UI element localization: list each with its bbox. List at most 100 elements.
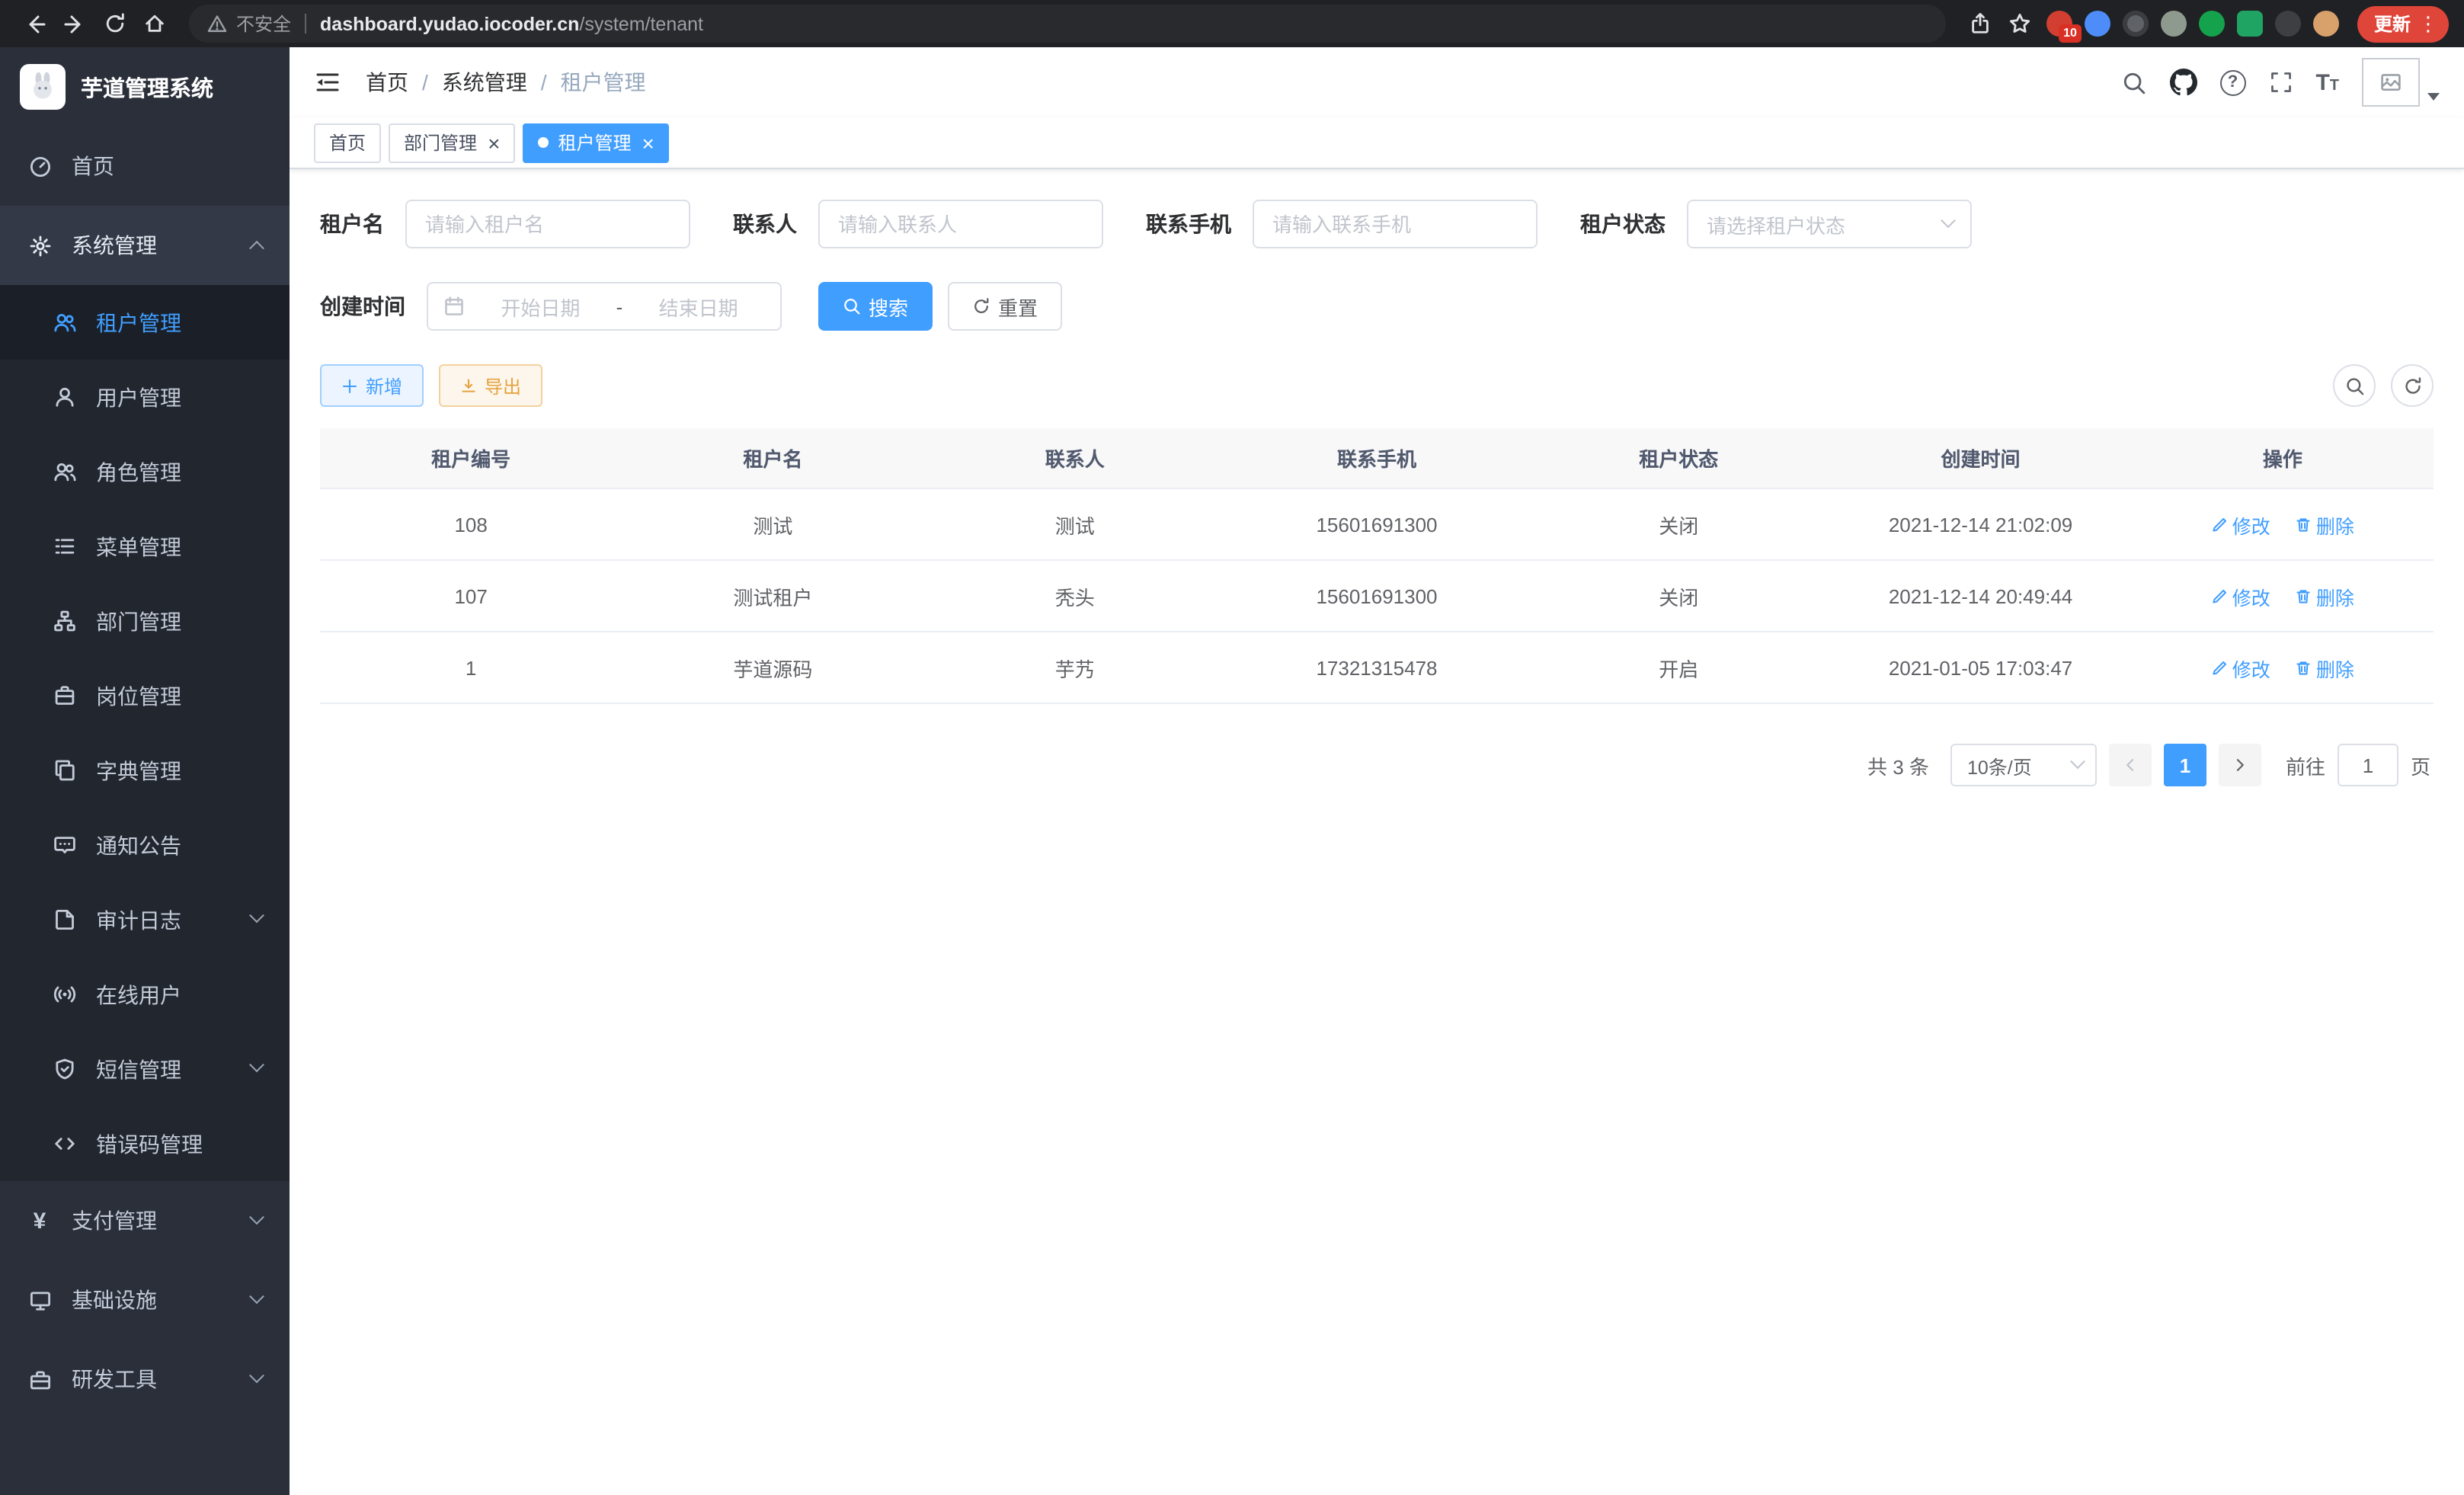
date-range-picker[interactable]: 开始日期 - 结束日期 [427, 282, 782, 331]
bookmark-star-icon[interactable] [2001, 4, 2040, 43]
url-path: /system/tenant [579, 13, 703, 34]
sidebar-item-menu[interactable]: 菜单管理 [0, 509, 290, 584]
sidebar-item-error-code[interactable]: 错误码管理 [0, 1106, 290, 1181]
calendar-icon [443, 296, 465, 317]
sidebar-item-dept[interactable]: 部门管理 [0, 584, 290, 658]
pagination: 共 3 条 10条/页 1 前往 页 [320, 744, 2434, 786]
filter-row-2: 创建时间 开始日期 - 结束日期 搜索 重置 [320, 282, 2434, 331]
address-bar[interactable]: 不安全 dashboard.yudao.iocoder.cn/system/te… [189, 5, 1946, 43]
sidebar-item-dict[interactable]: 字典管理 [0, 733, 290, 808]
sidebar-item-tenant[interactable]: 租户管理 [0, 285, 290, 360]
extension-icon-5[interactable] [2199, 11, 2225, 37]
document-icon [52, 908, 76, 931]
plus-icon [341, 377, 358, 394]
toggle-search-button[interactable] [2333, 364, 2376, 407]
fullscreen-icon[interactable] [2268, 70, 2293, 94]
close-icon[interactable]: × [642, 132, 654, 153]
delete-link[interactable]: 删除 [2295, 510, 2354, 539]
sidebar-item-sms[interactable]: 短信管理 [0, 1032, 290, 1106]
app-logo[interactable]: 芋道管理系统 [0, 47, 290, 126]
sidebar-item-online-users[interactable]: 在线用户 [0, 957, 290, 1032]
add-button[interactable]: 新增 [320, 364, 424, 407]
mobile-input[interactable] [1253, 200, 1538, 248]
breadcrumb-system[interactable]: 系统管理 [442, 67, 527, 98]
status-label: 租户状态 [1580, 209, 1666, 239]
status-select[interactable]: 请选择租户状态 [1687, 200, 1972, 248]
screen: 不安全 dashboard.yudao.iocoder.cn/system/te… [0, 0, 2464, 1495]
search-button[interactable]: 搜索 [818, 282, 933, 331]
search-icon[interactable] [2120, 69, 2146, 95]
goto-page-input[interactable] [2338, 744, 2398, 786]
sidebar-item-role[interactable]: 角色管理 [0, 434, 290, 509]
next-page-button[interactable] [2219, 744, 2261, 786]
sidebar-item-notice[interactable]: 通知公告 [0, 808, 290, 882]
breadcrumb-home[interactable]: 首页 [366, 67, 408, 98]
profile-avatar-icon[interactable] [2313, 11, 2339, 37]
edit-link[interactable]: 修改 [2211, 510, 2270, 539]
status-select-placeholder: 请选择租户状态 [1707, 210, 1845, 238]
extensions-puzzle-icon[interactable] [2275, 11, 2301, 37]
download-icon [460, 377, 477, 394]
extension-icon-2[interactable] [2085, 11, 2110, 37]
github-icon[interactable] [2169, 69, 2197, 96]
extension-icon-6[interactable] [2237, 11, 2263, 37]
browser-toolbar: 不安全 dashboard.yudao.iocoder.cn/system/te… [0, 0, 2464, 47]
sidebar: 芋道管理系统 首页 系统管理 租户管 [0, 47, 290, 1495]
tab-dept[interactable]: 部门管理 × [389, 123, 515, 162]
cell-created-at: 2021-01-05 17:03:47 [1829, 656, 2131, 679]
extension-icon-1[interactable]: 10 [2046, 11, 2072, 37]
sidebar-item-post[interactable]: 岗位管理 [0, 658, 290, 733]
sidebar-item-user[interactable]: 用户管理 [0, 360, 290, 434]
col-tenant-id: 租户编号 [320, 443, 622, 472]
sidebar-item-infra[interactable]: 基础设施 [0, 1260, 290, 1340]
sidebar-item-system[interactable]: 系统管理 [0, 206, 290, 285]
contact-input[interactable] [818, 200, 1103, 248]
page-size-select[interactable]: 10条/页 [1950, 744, 2097, 786]
delete-link[interactable]: 删除 [2295, 581, 2354, 610]
page-number-button[interactable]: 1 [2164, 744, 2206, 786]
filter-contact: 联系人 [733, 200, 1103, 248]
cell-created-at: 2021-12-14 20:49:44 [1829, 584, 2131, 607]
tenant-name-input[interactable] [405, 200, 690, 248]
tenant-table: 租户编号 租户名 联系人 联系手机 租户状态 创建时间 操作 108 测试 测试… [320, 428, 2434, 704]
edit-link[interactable]: 修改 [2211, 581, 2270, 610]
share-icon[interactable] [1961, 4, 2001, 43]
extension-icon-3[interactable] [2123, 11, 2149, 37]
prev-page-button[interactable] [2109, 744, 2152, 786]
help-icon[interactable]: ? [2219, 69, 2245, 95]
export-button[interactable]: 导出 [439, 364, 542, 407]
browser-back-button[interactable] [15, 4, 55, 43]
browser-forward-button[interactable] [55, 4, 94, 43]
sidebar-item-devtools[interactable]: 研发工具 [0, 1340, 290, 1419]
yen-icon: ¥ [27, 1209, 52, 1232]
browser-update-button[interactable]: 更新 ⋮ [2357, 5, 2449, 42]
close-icon[interactable]: × [488, 132, 500, 153]
sidebar-collapse-icon[interactable] [314, 69, 341, 96]
extension-icon-4[interactable] [2161, 11, 2187, 37]
goto-label: 前往 [2286, 751, 2325, 780]
tab-tenant[interactable]: 租户管理 × [523, 123, 669, 162]
toolbox-icon [27, 1368, 52, 1391]
refresh-table-button[interactable] [2391, 364, 2434, 407]
edit-link[interactable]: 修改 [2211, 653, 2270, 682]
delete-link[interactable]: 删除 [2295, 653, 2354, 682]
refresh-icon [972, 297, 990, 315]
cell-status: 开启 [1528, 653, 1829, 682]
cell-tenant-name: 测试租户 [622, 581, 923, 610]
sidebar-item-home[interactable]: 首页 [0, 126, 290, 206]
chevron-down-icon [249, 1208, 264, 1224]
tab-home[interactable]: 首页 [314, 123, 381, 162]
table-row: 108 测试 测试 15601691300 关闭 2021-12-14 21:0… [320, 489, 2434, 561]
date-start-placeholder: 开始日期 [474, 292, 607, 321]
security-warning-label: 不安全 [236, 11, 291, 37]
broadcast-icon [52, 983, 76, 1006]
browser-refresh-button[interactable] [94, 4, 134, 43]
user-icon [52, 386, 76, 408]
reset-button[interactable]: 重置 [948, 282, 1062, 331]
sidebar-item-payment[interactable]: ¥ 支付管理 [0, 1181, 290, 1260]
sidebar-item-audit-log[interactable]: 审计日志 [0, 882, 290, 957]
user-avatar-dropdown[interactable] [2362, 58, 2440, 107]
font-size-icon[interactable]: TT [2315, 71, 2339, 94]
browser-home-button[interactable] [134, 4, 174, 43]
sidebar-item-label: 审计日志 [96, 904, 181, 935]
